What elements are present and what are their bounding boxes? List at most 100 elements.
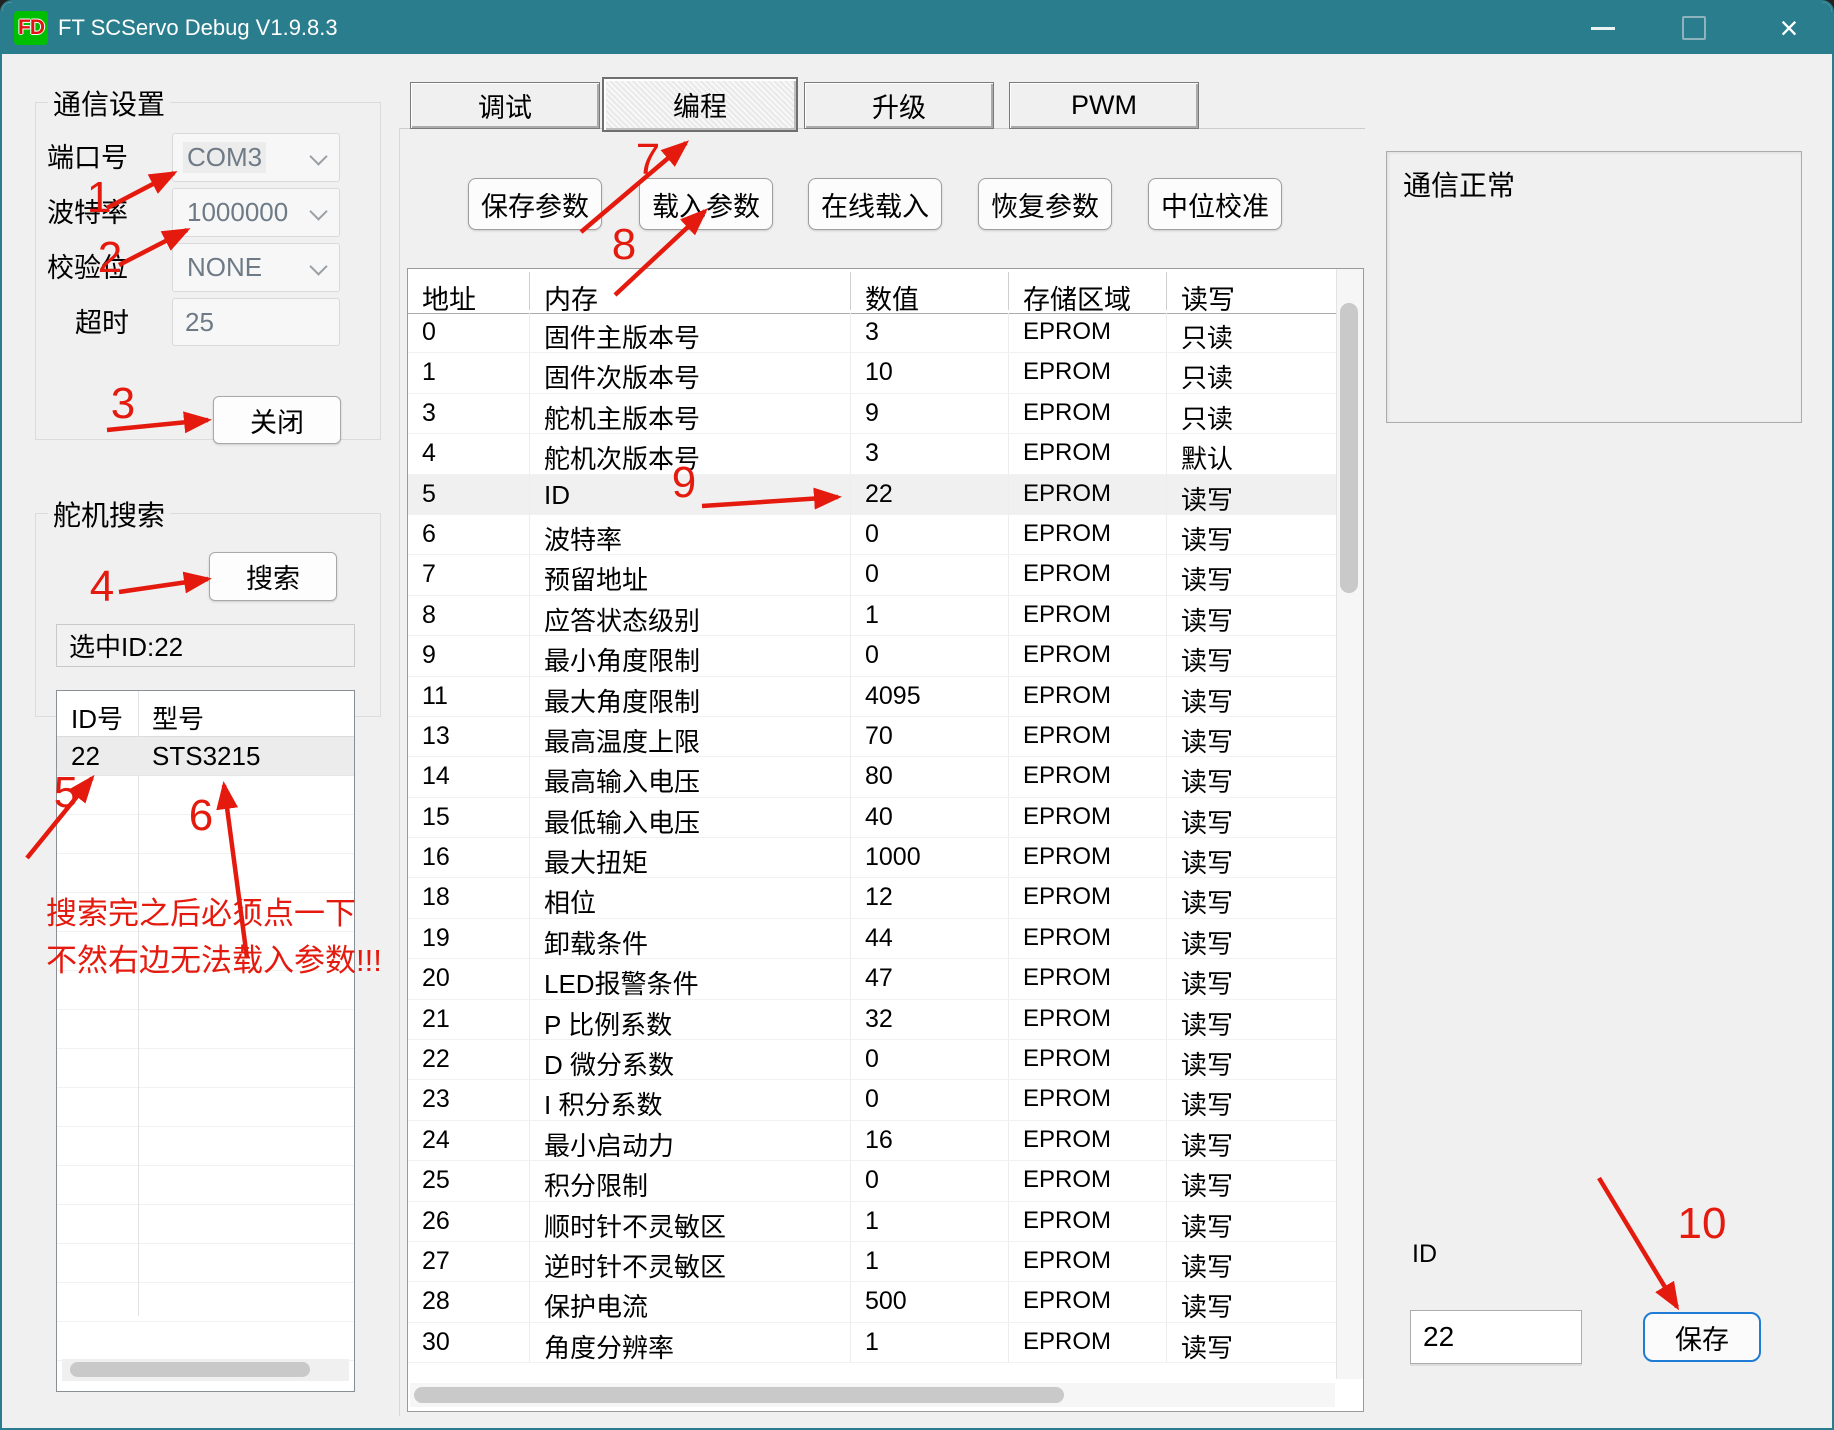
tab-upgrade[interactable]: 升级	[804, 82, 994, 129]
restore-params-button[interactable]: 恢复参数	[978, 178, 1112, 230]
header-memory[interactable]: 内存	[530, 272, 851, 310]
memory-table-row[interactable]: 8应答状态级别1EPROM读写	[408, 596, 1337, 636]
memory-table-row[interactable]: 7预留地址0EPROM读写	[408, 555, 1337, 595]
memory-table-row[interactable]: 19卸载条件44EPROM读写	[408, 919, 1337, 959]
close-button[interactable]: ×	[1761, 2, 1817, 54]
search-button[interactable]: 搜索	[209, 552, 337, 601]
memory-table-cell: 22	[851, 475, 1009, 514]
memory-table-row[interactable]: 21P 比例系数32EPROM读写	[408, 1000, 1337, 1040]
memory-table-cell: EPROM	[1009, 555, 1167, 594]
save-id-button[interactable]: 保存	[1643, 1312, 1761, 1362]
chevron-down-icon	[309, 147, 327, 165]
chevron-down-icon	[309, 257, 327, 275]
memory-table-cell: 19	[408, 919, 530, 958]
load-params-button[interactable]: 载入参数	[639, 178, 773, 230]
memory-table-row[interactable]: 24最小启动力16EPROM读写	[408, 1121, 1337, 1161]
servo-list-column-divider	[138, 691, 139, 1316]
servo-model-cell: STS3215	[152, 741, 260, 772]
port-value: COM3	[183, 142, 266, 173]
id-input[interactable]: 22	[1410, 1310, 1582, 1364]
memory-table-cell: 读写	[1167, 515, 1337, 554]
close-port-button[interactable]: 关闭	[213, 396, 341, 444]
memory-table-cell: D 微分系数	[530, 1040, 851, 1079]
maximize-icon	[1682, 16, 1706, 40]
memory-table-cell: EPROM	[1009, 919, 1167, 958]
memory-table-row[interactable]: 22D 微分系数0EPROM读写	[408, 1040, 1337, 1080]
baud-combobox[interactable]: 1000000	[172, 188, 340, 237]
status-panel: 通信正常	[1386, 151, 1802, 423]
header-storage-area[interactable]: 存储区域	[1009, 272, 1167, 310]
memory-table-cell: 14	[408, 757, 530, 796]
close-icon: ×	[1780, 12, 1799, 44]
memory-table-row[interactable]: 14最高输入电压80EPROM读写	[408, 757, 1337, 797]
memory-table-cell: 读写	[1167, 1161, 1337, 1200]
chevron-down-icon	[309, 202, 327, 220]
memory-table-rows: 0固件主版本号3EPROM只读1固件次版本号10EPROM只读3舵机主版本号9E…	[408, 313, 1337, 1379]
memory-table-row[interactable]: 28保护电流500EPROM读写	[408, 1282, 1337, 1322]
timeout-value: 25	[185, 307, 214, 338]
memory-table-cell: 7	[408, 555, 530, 594]
memory-table-row[interactable]: 18相位12EPROM读写	[408, 878, 1337, 918]
id-input-value: 22	[1423, 1321, 1454, 1353]
memory-table-cell: 18	[408, 878, 530, 917]
memory-table-row[interactable]: 26顺时针不灵敏区1EPROM读写	[408, 1202, 1337, 1242]
header-address[interactable]: 地址	[408, 272, 530, 310]
midpoint-calib-button[interactable]: 中位校准	[1148, 178, 1282, 230]
memory-table-cell: EPROM	[1009, 636, 1167, 675]
online-load-button[interactable]: 在线载入	[808, 178, 942, 230]
memory-table-cell: 最小启动力	[530, 1121, 851, 1160]
memory-table-row[interactable]: 13最高温度上限70EPROM读写	[408, 717, 1337, 757]
memory-table-row[interactable]: 6波特率0EPROM读写	[408, 515, 1337, 555]
save-params-button[interactable]: 保存参数	[468, 178, 602, 230]
memory-table-cell: 23	[408, 1080, 530, 1119]
memory-table-hscrollbar[interactable]	[410, 1383, 1335, 1407]
servo-list-empty-row	[57, 815, 354, 854]
memory-table-row[interactable]: 3舵机主版本号9EPROM只读	[408, 394, 1337, 434]
memory-table-cell: 读写	[1167, 596, 1337, 635]
port-combobox[interactable]: COM3	[172, 133, 340, 182]
memory-table-cell: 舵机主版本号	[530, 394, 851, 433]
memory-table-cell: EPROM	[1009, 1242, 1167, 1281]
memory-table-row[interactable]: 20LED报警条件47EPROM读写	[408, 959, 1337, 999]
memory-table-cell: 逆时针不灵敏区	[530, 1242, 851, 1281]
memory-table-cell: EPROM	[1009, 798, 1167, 837]
memory-table-row[interactable]: 1固件次版本号10EPROM只读	[408, 353, 1337, 393]
memory-table-hscroll-thumb[interactable]	[414, 1387, 1064, 1403]
memory-table-row[interactable]: 5ID22EPROM读写	[408, 475, 1337, 515]
servo-list-header-id: ID号	[71, 699, 123, 736]
memory-table-row[interactable]: 15最低输入电压40EPROM读写	[408, 798, 1337, 838]
memory-table-row[interactable]: 25积分限制0EPROM读写	[408, 1161, 1337, 1201]
memory-table-row[interactable]: 0固件主版本号3EPROM只读	[408, 313, 1337, 353]
servo-list-row[interactable]: 22 STS3215	[57, 737, 354, 776]
memory-table-vscrollbar[interactable]	[1336, 269, 1363, 1379]
tab-program[interactable]: 编程	[602, 77, 798, 132]
memory-table-row[interactable]: 30角度分辨率1EPROM读写	[408, 1323, 1337, 1363]
minimize-button[interactable]	[1575, 2, 1631, 54]
memory-table-row[interactable]: 23I 积分系数0EPROM读写	[408, 1080, 1337, 1120]
app-window: FD FT SCServo Debug V1.9.8.3 × 通信设置 端口号 …	[0, 0, 1834, 1430]
servo-list-hscroll-thumb[interactable]	[70, 1362, 310, 1377]
tab-pwm[interactable]: PWM	[1009, 82, 1199, 129]
memory-table-row[interactable]: 11最大角度限制4095EPROM读写	[408, 677, 1337, 717]
servo-list-hscrollbar[interactable]	[62, 1359, 349, 1381]
memory-table-cell: 1	[408, 353, 530, 392]
window-title: FT SCServo Debug V1.9.8.3	[58, 2, 338, 54]
memory-table-cell: 固件主版本号	[530, 313, 851, 352]
parity-combobox[interactable]: NONE	[172, 243, 340, 292]
maximize-button[interactable]	[1666, 2, 1722, 54]
memory-table-cell: 500	[851, 1282, 1009, 1321]
timeout-input[interactable]: 25	[172, 298, 340, 346]
memory-table-cell: 读写	[1167, 1080, 1337, 1119]
port-label: 端口号	[47, 136, 128, 175]
servo-list-empty-row	[57, 1283, 354, 1322]
memory-table-row[interactable]: 27逆时针不灵敏区1EPROM读写	[408, 1242, 1337, 1282]
tab-debug[interactable]: 调试	[410, 82, 600, 129]
header-read-write[interactable]: 读写	[1167, 272, 1337, 310]
memory-table-cell: 16	[408, 838, 530, 877]
header-value[interactable]: 数值	[851, 272, 1009, 310]
memory-table-vscroll-thumb[interactable]	[1340, 303, 1358, 593]
servo-list-header-model: 型号	[152, 699, 204, 736]
memory-table-row[interactable]: 16最大扭矩1000EPROM读写	[408, 838, 1337, 878]
memory-table-row[interactable]: 9最小角度限制0EPROM读写	[408, 636, 1337, 676]
memory-table-row[interactable]: 4舵机次版本号3EPROM默认	[408, 434, 1337, 474]
